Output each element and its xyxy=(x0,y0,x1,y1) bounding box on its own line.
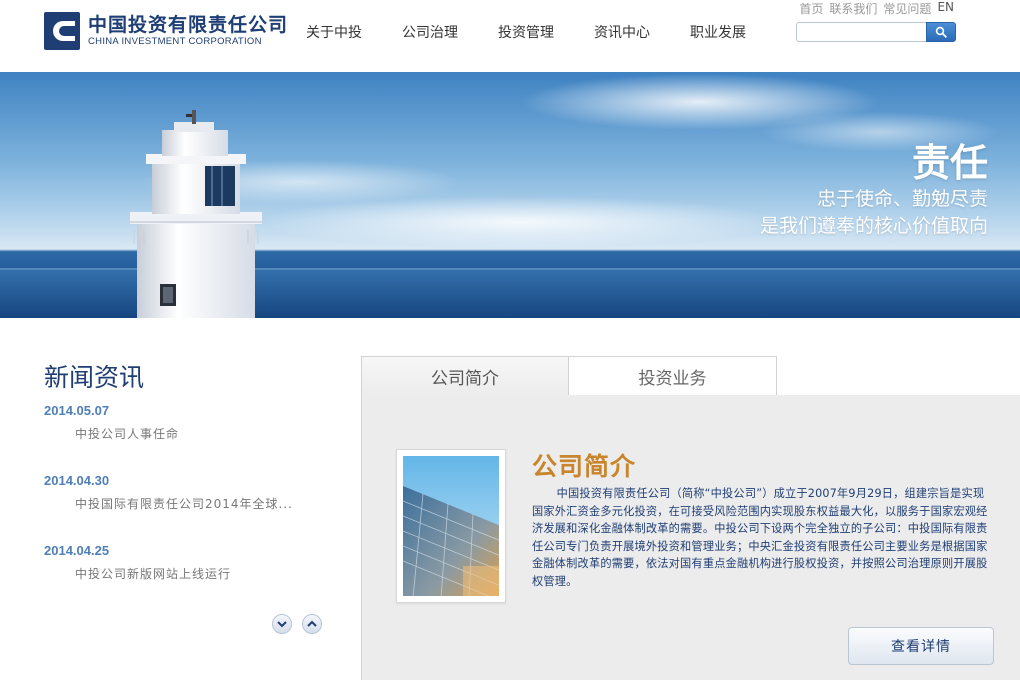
news-title[interactable]: 中投公司新版网站上线运行 xyxy=(75,566,334,582)
intro-tabs: 公司简介 投资业务 xyxy=(361,356,777,396)
news-item[interactable]: 2014.05.07 中投公司人事任命 xyxy=(44,402,334,442)
logo[interactable]: 中国投资有限责任公司 CHINA INVESTMENT CORPORATION xyxy=(44,12,288,50)
top-links: 首页 联系我们 常见问题 EN xyxy=(799,0,954,17)
view-details-button[interactable]: 查看详情 xyxy=(848,627,994,665)
news-section: 新闻资讯 2014.05.07 中投公司人事任命 2014.04.30 中投国际… xyxy=(44,360,334,634)
nav-governance[interactable]: 公司治理 xyxy=(402,22,458,42)
chevron-down-icon xyxy=(277,621,287,628)
hero-banner: 责任 忠于使命、勤勉尽责 是我们遵奉的核心价值取向 xyxy=(0,72,1020,318)
building-image xyxy=(403,456,499,596)
tab-company-profile[interactable]: 公司简介 xyxy=(361,356,569,396)
news-date: 2014.05.07 xyxy=(44,403,110,418)
nav-investment[interactable]: 投资管理 xyxy=(498,22,554,42)
news-heading: 新闻资讯 xyxy=(44,363,145,392)
news-date: 2014.04.30 xyxy=(44,473,110,488)
tab-investment-business[interactable]: 投资业务 xyxy=(569,356,777,396)
link-contact[interactable]: 联系我们 xyxy=(829,0,877,17)
company-photo xyxy=(396,449,506,603)
link-faq[interactable]: 常见问题 xyxy=(883,0,931,17)
site-header: 中国投资有限责任公司 CHINA INVESTMENT CORPORATION … xyxy=(0,0,1020,72)
search-button[interactable] xyxy=(926,22,956,42)
search-icon xyxy=(935,26,947,38)
news-item[interactable]: 2014.04.25 中投公司新版网站上线运行 xyxy=(44,542,334,582)
news-title[interactable]: 中投公司人事任命 xyxy=(75,426,334,442)
intro-title: 公司简介 xyxy=(532,452,637,481)
search-box xyxy=(796,22,956,42)
intro-text: 中国投资有限责任公司（简称“中投公司”）成立于2007年9月29日，组建宗旨是实… xyxy=(532,487,988,588)
news-next-button[interactable] xyxy=(272,614,292,634)
news-item[interactable]: 2014.04.30 中投国际有限责任公司2014年全球... xyxy=(44,472,334,512)
search-input[interactable] xyxy=(796,22,926,42)
news-pager xyxy=(272,614,322,634)
nav-news-center[interactable]: 资讯中心 xyxy=(594,22,650,42)
intro-panel: 公司简介 中国投资有限责任公司（简称“中投公司”）成立于2007年9月29日，组… xyxy=(361,395,1020,680)
logo-mark-icon xyxy=(44,12,80,50)
banner-tagline-2: 是我们遵奉的核心价值取向 xyxy=(759,215,988,237)
link-english[interactable]: EN xyxy=(937,0,954,17)
logo-name-cn: 中国投资有限责任公司 xyxy=(88,14,289,36)
nav-about[interactable]: 关于中投 xyxy=(306,22,362,42)
news-title[interactable]: 中投国际有限责任公司2014年全球... xyxy=(75,496,334,512)
main-nav: 关于中投 公司治理 投资管理 资讯中心 职业发展 xyxy=(306,22,786,42)
chevron-up-icon xyxy=(307,620,317,627)
banner-title: 责任 xyxy=(911,141,988,185)
news-date: 2014.04.25 xyxy=(44,543,110,558)
nav-careers[interactable]: 职业发展 xyxy=(690,22,746,42)
news-prev-button[interactable] xyxy=(302,614,322,634)
logo-name-en: CHINA INVESTMENT CORPORATION xyxy=(88,36,262,47)
banner-tagline-1: 忠于使命、勤勉尽责 xyxy=(816,188,988,210)
link-home[interactable]: 首页 xyxy=(799,0,823,17)
